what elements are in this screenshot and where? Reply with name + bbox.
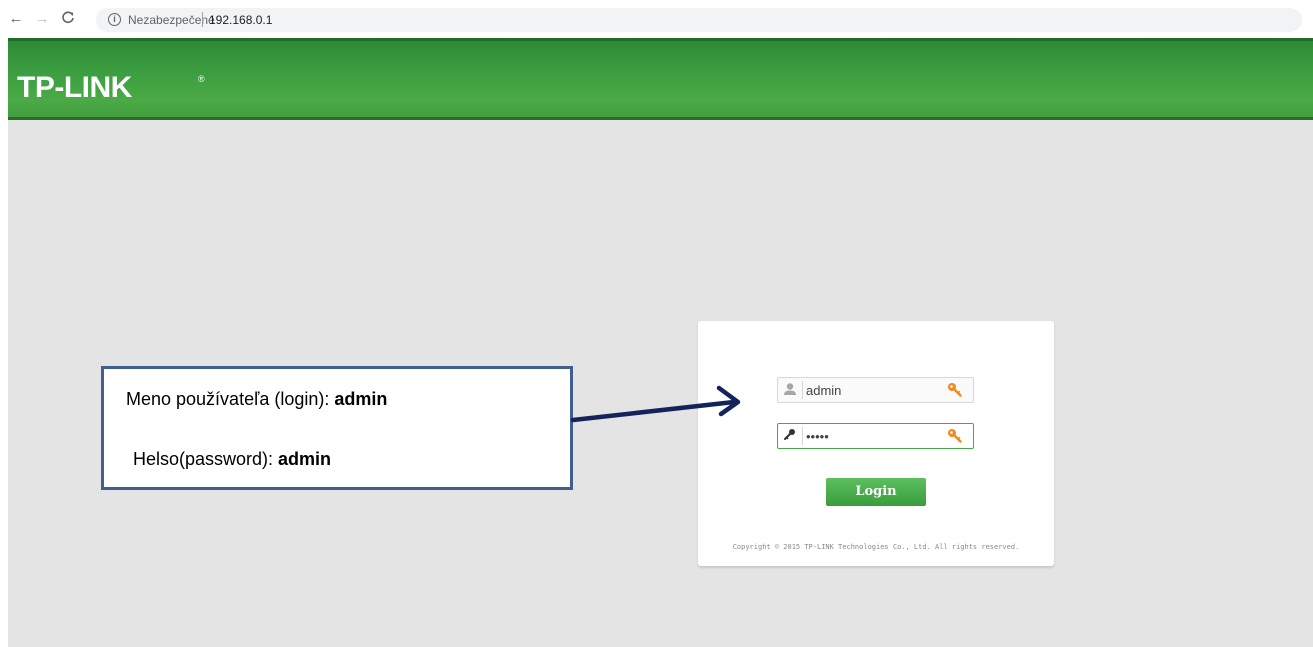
router-login-page: TP-LINK ® admin Login Copyright © 2015 T… bbox=[8, 38, 1313, 647]
username-hint: Meno používateľa (login): admin bbox=[126, 389, 387, 410]
address-bar[interactable]: i Nezabezpečené 192.168.0.1 bbox=[96, 8, 1302, 32]
registered-mark: ® bbox=[198, 74, 205, 84]
reload-icon[interactable] bbox=[60, 11, 76, 27]
forward-arrow-icon[interactable]: → bbox=[34, 11, 50, 27]
username-hint-value: admin bbox=[334, 389, 388, 409]
copyright-text: Copyright © 2015 TP-LINK Technologies Co… bbox=[732, 543, 1020, 551]
page-header: TP-LINK ® bbox=[8, 38, 1313, 120]
header-divider bbox=[8, 117, 1313, 120]
info-icon[interactable]: i bbox=[108, 13, 121, 26]
password-hint: Helso(password): admin bbox=[133, 449, 331, 470]
back-arrow-icon[interactable]: ← bbox=[8, 11, 24, 27]
key-icon bbox=[947, 382, 963, 398]
url-text[interactable]: 192.168.0.1 bbox=[209, 13, 272, 27]
key-black-icon bbox=[781, 427, 803, 445]
login-panel: Login Copyright © 2015 TP-LINK Technolog… bbox=[698, 321, 1054, 566]
user-icon bbox=[781, 381, 803, 399]
username-hint-label: Meno používateľa (login): bbox=[126, 389, 335, 409]
key-icon bbox=[947, 428, 963, 444]
password-field[interactable] bbox=[777, 423, 974, 449]
address-separator bbox=[202, 12, 203, 27]
tp-link-logo: TP-LINK bbox=[17, 71, 132, 104]
password-input[interactable] bbox=[806, 426, 944, 446]
browser-toolbar: ← → i Nezabezpečené 192.168.0.1 bbox=[0, 0, 1313, 38]
password-hint-value: admin bbox=[278, 449, 332, 469]
username-field[interactable] bbox=[777, 377, 974, 403]
credentials-callout: Meno používateľa (login): admin Helso(pa… bbox=[101, 366, 573, 490]
password-hint-label: Helso(password): bbox=[133, 449, 279, 469]
username-input[interactable] bbox=[806, 380, 944, 400]
login-button[interactable]: Login bbox=[826, 478, 926, 506]
